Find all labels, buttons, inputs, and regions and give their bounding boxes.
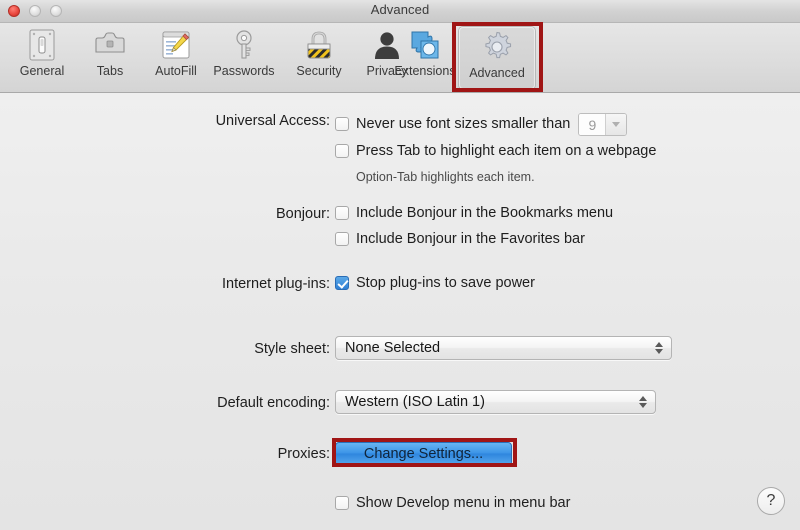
puzzle-icon bbox=[408, 28, 442, 62]
toolbar-item-security[interactable]: Security bbox=[283, 25, 355, 89]
show-develop-menu-checkbox[interactable] bbox=[335, 496, 349, 510]
never-use-font-sizes-row: Never use font sizes smaller than 9 bbox=[335, 112, 628, 136]
style-sheet-stepper-icon[interactable] bbox=[655, 337, 663, 359]
never-use-font-sizes-checkbox[interactable] bbox=[335, 116, 349, 131]
minimum-font-size-combo[interactable]: 9 bbox=[578, 113, 628, 136]
minimum-font-size-dropdown-arrow[interactable] bbox=[605, 114, 627, 135]
stop-plugins-checkbox[interactable] bbox=[335, 276, 349, 290]
switchplate-icon bbox=[25, 28, 59, 62]
default-encoding-stepper-icon[interactable] bbox=[639, 391, 647, 413]
toolbar-item-autofill-label: AutoFill bbox=[155, 64, 197, 78]
bonjour-favorites-label: Include Bonjour in the Favorites bar bbox=[356, 231, 585, 247]
stop-plugins-label: Stop plug-ins to save power bbox=[356, 275, 535, 291]
key-icon bbox=[227, 28, 261, 62]
press-tab-row: Press Tab to highlight each item on a we… bbox=[335, 143, 656, 159]
toolbar-item-security-label: Security bbox=[296, 64, 342, 78]
bonjour-favorites-row: Include Bonjour in the Favorites bar bbox=[335, 231, 585, 247]
advanced-settings-pane: Universal Access: Never use font sizes s… bbox=[0, 93, 800, 530]
toolbar-item-tabs[interactable]: Tabs bbox=[74, 25, 146, 89]
show-develop-menu-row: Show Develop menu in menu bar bbox=[335, 495, 570, 511]
style-sheet-popup[interactable]: None Selected bbox=[335, 336, 672, 360]
press-tab-checkbox[interactable] bbox=[335, 144, 349, 158]
minimum-font-size-value: 9 bbox=[579, 114, 606, 135]
toolbar-item-passwords-label: Passwords bbox=[213, 64, 275, 78]
title-bar: Advanced bbox=[0, 0, 800, 23]
preferences-window: Advanced General Tabs AutoFill Passwords… bbox=[0, 0, 800, 530]
padlock-icon bbox=[302, 28, 336, 62]
toolbar-item-general[interactable]: General bbox=[6, 25, 78, 89]
toolbar-item-general-label: General bbox=[19, 64, 65, 78]
toolbar-item-autofill[interactable]: AutoFill bbox=[140, 25, 212, 89]
tabs-icon bbox=[93, 28, 127, 62]
proxies-change-settings-button[interactable]: Change Settings... bbox=[335, 442, 512, 466]
bonjour-favorites-checkbox[interactable] bbox=[335, 232, 349, 246]
option-tab-hint: Option-Tab highlights each item. bbox=[356, 170, 535, 184]
bonjour-bookmarks-label: Include Bonjour in the Bookmarks menu bbox=[356, 205, 614, 221]
toolbar-item-advanced[interactable]: Advanced bbox=[459, 27, 535, 89]
bonjour-label: Bonjour: bbox=[275, 206, 330, 222]
toolbar-item-extensions-label: Extensions bbox=[394, 64, 456, 78]
gear-icon bbox=[480, 30, 514, 64]
toolbar-item-extensions[interactable]: Extensions bbox=[383, 25, 467, 89]
universal-access-label: Universal Access: bbox=[215, 113, 330, 129]
bonjour-bookmarks-row: Include Bonjour in the Bookmarks menu bbox=[335, 205, 613, 221]
internet-plugins-label: Internet plug-ins: bbox=[221, 276, 330, 292]
show-develop-menu-label: Show Develop menu in menu bar bbox=[356, 495, 571, 511]
toolbar-item-advanced-label: Advanced bbox=[469, 66, 525, 80]
help-button[interactable]: ? bbox=[757, 487, 785, 515]
preferences-toolbar: General Tabs AutoFill Passwords Security… bbox=[0, 23, 800, 93]
toolbar-item-passwords[interactable]: Passwords bbox=[208, 25, 280, 89]
stop-plugins-row: Stop plug-ins to save power bbox=[335, 275, 535, 291]
default-encoding-popup[interactable]: Western (ISO Latin 1) bbox=[335, 390, 656, 414]
default-encoding-label: Default encoding: bbox=[217, 395, 330, 411]
style-sheet-label: Style sheet: bbox=[254, 341, 330, 357]
toolbar-item-tabs-label: Tabs bbox=[96, 64, 124, 78]
help-question-icon: ? bbox=[766, 492, 776, 509]
autofill-icon bbox=[159, 28, 193, 62]
proxies-label: Proxies: bbox=[277, 446, 330, 462]
window-title: Advanced bbox=[370, 2, 430, 17]
default-encoding-value: Western (ISO Latin 1) bbox=[345, 394, 485, 410]
proxies-change-settings-label: Change Settings... bbox=[363, 446, 484, 462]
never-use-font-sizes-label: Never use font sizes smaller than bbox=[356, 115, 571, 132]
style-sheet-value: None Selected bbox=[345, 340, 441, 356]
bonjour-bookmarks-checkbox[interactable] bbox=[335, 206, 349, 220]
press-tab-label: Press Tab to highlight each item on a we… bbox=[356, 143, 657, 159]
